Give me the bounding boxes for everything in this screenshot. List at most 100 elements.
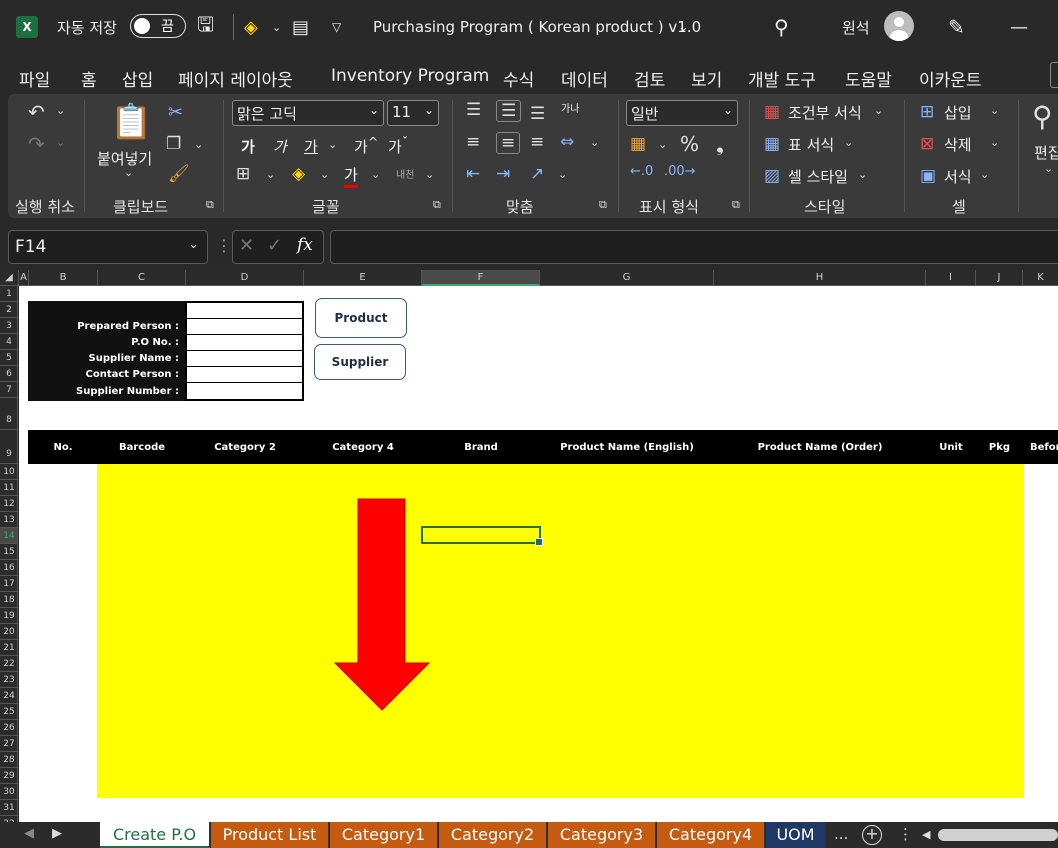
row-header[interactable]: 13 [0, 512, 17, 528]
column-header-f[interactable]: F [422, 270, 540, 286]
comma-style-icon[interactable]: ❟ [716, 132, 724, 156]
avatar[interactable] [884, 11, 914, 41]
conditional-format-icon[interactable]: ▦ [764, 102, 780, 122]
horizontal-scrollbar[interactable] [938, 829, 1058, 841]
row-header[interactable]: 19 [0, 608, 17, 624]
column-header-g[interactable]: G [540, 270, 714, 286]
selected-cell-f14[interactable] [421, 526, 543, 546]
row-header[interactable]: 26 [0, 720, 17, 736]
copy-dropdown-icon[interactable]: ⌄ [194, 138, 203, 151]
underline-dropdown-icon[interactable]: ⌄ [328, 138, 337, 151]
border-icon[interactable]: ⊞ [236, 164, 250, 184]
fill-color-quick-icon[interactable]: ◈ [244, 0, 258, 54]
column-header-e[interactable]: E [304, 270, 422, 286]
align-center-icon[interactable]: ≡ [496, 132, 521, 154]
name-box[interactable]: F14 ⌄ [8, 230, 208, 264]
font-size-select[interactable]: 11 ⌄ [387, 100, 439, 126]
chevron-down-icon[interactable]: ⌄ [1044, 162, 1053, 175]
more-vertical-icon[interactable]: ⋮ [898, 825, 913, 843]
number-launcher-icon[interactable]: ⧉ [732, 198, 740, 212]
insert-function-button[interactable]: fx [297, 235, 313, 255]
align-left-icon[interactable]: ≡ [466, 132, 480, 152]
font-color-dropdown-icon[interactable]: ⌄ [371, 168, 380, 181]
row-header[interactable]: 12 [0, 496, 17, 512]
row-header[interactable]: 31 [0, 800, 17, 816]
row-header[interactable]: 27 [0, 736, 17, 752]
conditional-format-button[interactable]: 조건부 서식 [788, 102, 862, 123]
tab-product-list[interactable]: Product List [211, 822, 329, 848]
row-header[interactable]: 29 [0, 768, 17, 784]
border-dropdown-icon[interactable]: ⌄ [266, 168, 275, 181]
insert-cells-button[interactable]: 삽입 [944, 102, 972, 123]
phonetic-button[interactable]: 내천 [396, 166, 414, 181]
editing-button[interactable]: 편집 [1034, 142, 1058, 163]
accounting-format-icon[interactable]: ▦ [630, 134, 646, 154]
chevron-down-icon[interactable]: ⌄ [990, 136, 999, 149]
po-no-cell[interactable] [187, 335, 302, 351]
fill-dropdown-icon[interactable]: ⌄ [320, 168, 329, 181]
chevron-down-icon[interactable]: ⌄ [980, 168, 989, 181]
underline-button[interactable]: 가 [304, 136, 318, 157]
chevron-down-icon[interactable]: ⌄ [272, 0, 281, 54]
undo-dropdown-icon[interactable]: ⌄ [56, 104, 65, 117]
menu-view[interactable]: 보기 [691, 66, 722, 91]
chevron-down-icon[interactable]: ⌄ [844, 136, 853, 149]
row-header[interactable]: 6 [0, 366, 17, 382]
redo-dropdown-icon[interactable]: ⌄ [56, 136, 65, 149]
cell-style-button[interactable]: 셀 스타일 [788, 166, 848, 187]
menu-ecount[interactable]: 이카운트 [919, 66, 982, 91]
select-all-corner[interactable]: ◢ [0, 270, 19, 286]
supplier-name-cell[interactable] [187, 351, 302, 367]
search-icon[interactable]: ⚲ [1032, 100, 1053, 133]
merge-center-icon[interactable]: ⇔ [560, 132, 574, 152]
ribbon-share-button[interactable] [1050, 62, 1058, 88]
row-header[interactable]: 15 [0, 544, 17, 560]
orientation-icon[interactable]: ↗ [530, 164, 544, 184]
column-header-a[interactable]: A [19, 270, 29, 286]
column-header-j[interactable]: J [976, 270, 1023, 286]
tab-category3[interactable]: Category3 [548, 822, 656, 848]
info-value-cell[interactable] [187, 303, 302, 319]
menu-page-layout[interactable]: 페이지 레이아웃 [178, 66, 293, 91]
row-header[interactable]: 8 [0, 398, 17, 430]
shrink-font-button[interactable]: 가ˇ [388, 134, 408, 157]
row-header[interactable]: 30 [0, 784, 17, 800]
decrease-indent-icon[interactable]: ⇤ [466, 164, 480, 184]
column-header-i[interactable]: I [926, 270, 976, 286]
tab-category4[interactable]: Category4 [657, 822, 765, 848]
phonetic-dropdown-icon[interactable]: ⌄ [425, 168, 434, 181]
insert-cells-icon[interactable]: ⊞ [920, 102, 934, 122]
format-cells-button[interactable]: 서식 [944, 166, 972, 187]
accounting-dropdown-icon[interactable]: ⌄ [658, 138, 667, 151]
format-cells-icon[interactable]: ▣ [920, 166, 936, 186]
product-button[interactable]: Product [315, 298, 407, 338]
delete-cells-button[interactable]: 삭제 [944, 134, 972, 155]
fill-color-icon[interactable]: ◈ [292, 164, 305, 184]
text-direction-button[interactable]: 가나 [561, 100, 579, 115]
tab-scroll-left-icon[interactable]: ◀ [24, 826, 34, 841]
alignment-launcher-icon[interactable]: ⧉ [599, 198, 607, 212]
tab-category2[interactable]: Category2 [439, 822, 547, 848]
increase-indent-icon[interactable]: ⇥ [496, 164, 510, 184]
menu-file[interactable]: 파일 [19, 66, 50, 91]
number-format-select[interactable]: 일반 ⌄ [626, 100, 738, 126]
paste-icon[interactable]: 📋 [110, 102, 152, 142]
undo-icon[interactable]: ↶ [28, 100, 45, 124]
tab-uom[interactable]: UOM [766, 822, 826, 848]
row-header[interactable]: 25 [0, 704, 17, 720]
autosave-toggle[interactable]: 끔 [130, 14, 186, 38]
clipboard-launcher-icon[interactable]: ⧉ [206, 198, 214, 212]
red-down-arrow-shape[interactable] [333, 498, 431, 712]
column-header-h[interactable]: H [714, 270, 926, 286]
bold-button[interactable]: 가 [241, 136, 255, 157]
align-bottom-icon[interactable]: ☰ [530, 104, 545, 124]
increase-decimal-icon[interactable]: ←.0 [630, 164, 653, 179]
column-header-b[interactable]: B [29, 270, 98, 286]
font-launcher-icon[interactable]: ⧉ [433, 198, 441, 212]
row-header-selected[interactable]: 14 [0, 528, 17, 544]
column-header-c[interactable]: C [98, 270, 186, 286]
decrease-decimal-icon[interactable]: .00→ [664, 164, 696, 179]
menu-help[interactable]: 도움말 [845, 66, 892, 91]
row-header[interactable]: 23 [0, 672, 17, 688]
menu-formulas[interactable]: 수식 [503, 66, 534, 91]
